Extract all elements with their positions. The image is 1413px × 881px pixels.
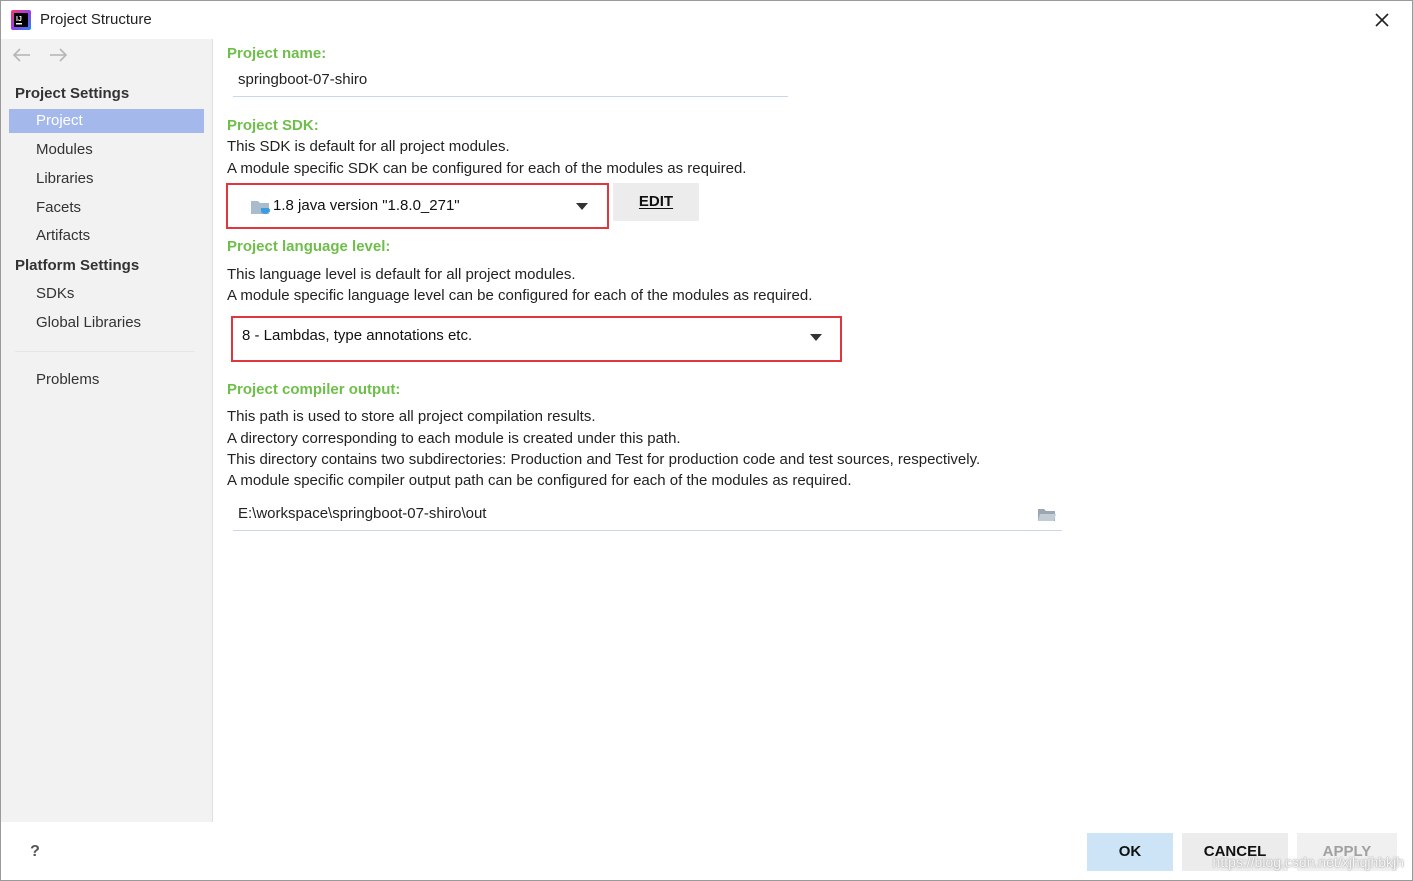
sidebar-item-global-libraries[interactable]: Global Libraries bbox=[9, 311, 204, 335]
sidebar-item-artifacts[interactable]: Artifacts bbox=[9, 224, 204, 248]
project-sdk-desc-2: A module specific SDK can be configured … bbox=[227, 160, 747, 177]
compiler-output-desc-4: A module specific compiler output path c… bbox=[227, 472, 852, 489]
help-button[interactable]: ? bbox=[24, 841, 46, 863]
project-structure-dialog: IJ Project Structure Project Settings Pr… bbox=[0, 0, 1413, 881]
project-name-field[interactable]: springboot-07-shiro bbox=[233, 65, 788, 97]
sidebar-item-libraries[interactable]: Libraries bbox=[9, 167, 204, 191]
ok-button[interactable]: OK bbox=[1087, 833, 1173, 871]
intellij-idea-icon: IJ bbox=[11, 10, 31, 30]
compiler-output-path-field[interactable]: E:\workspace\springboot-07-shiro\out bbox=[233, 499, 1062, 531]
project-name-label: Project name: bbox=[227, 45, 327, 62]
edit-sdk-button-label: EDIT bbox=[638, 193, 674, 210]
sdk-folder-icon bbox=[251, 201, 271, 214]
project-sdk-dropdown[interactable]: 1.8 java version "1.8.0_271" bbox=[240, 190, 602, 222]
browse-folder-icon[interactable] bbox=[1037, 507, 1057, 523]
sidebar-item-project[interactable]: Project bbox=[9, 109, 204, 133]
chevron-down-icon bbox=[810, 334, 822, 341]
project-sdk-value: 1.8 java version "1.8.0_271" bbox=[273, 197, 460, 214]
sidebar-item-problems[interactable]: Problems bbox=[9, 368, 204, 392]
compiler-output-label: Project compiler output: bbox=[227, 381, 401, 398]
sidebar-item-sdks[interactable]: SDKs bbox=[9, 282, 204, 306]
apply-button[interactable]: APPLY bbox=[1297, 833, 1397, 871]
sidebar-divider bbox=[15, 351, 195, 352]
forward-arrow-icon[interactable] bbox=[47, 47, 69, 63]
language-level-value: 8 - Lambdas, type annotations etc. bbox=[242, 327, 473, 344]
sidebar-item-modules[interactable]: Modules bbox=[9, 138, 204, 162]
close-icon[interactable] bbox=[1370, 8, 1394, 32]
compiler-output-path-value: E:\workspace\springboot-07-shiro\out bbox=[238, 505, 487, 522]
language-level-dropdown[interactable]: 8 - Lambdas, type annotations etc. bbox=[236, 321, 836, 353]
project-sdk-desc-1: This SDK is default for all project modu… bbox=[227, 138, 510, 155]
title-bar: IJ Project Structure bbox=[1, 1, 1412, 39]
language-level-desc-1: This language level is default for all p… bbox=[227, 266, 576, 283]
sidebar: Project Settings Project Modules Librari… bbox=[1, 39, 213, 822]
project-settings-panel: Project name: springboot-07-shiro Projec… bbox=[214, 39, 1412, 822]
svg-text:IJ: IJ bbox=[16, 16, 22, 23]
compiler-output-desc-2: A directory corresponding to each module… bbox=[227, 430, 681, 447]
section-header-project-settings: Project Settings bbox=[15, 85, 130, 102]
language-level-desc-2: A module specific language level can be … bbox=[227, 287, 813, 304]
sidebar-item-facets[interactable]: Facets bbox=[9, 196, 204, 220]
cancel-button[interactable]: CANCEL bbox=[1182, 833, 1288, 871]
nav-arrows bbox=[11, 47, 79, 65]
section-header-platform-settings: Platform Settings bbox=[15, 257, 140, 274]
compiler-output-desc-1: This path is used to store all project c… bbox=[227, 408, 596, 425]
window-title: Project Structure bbox=[40, 11, 152, 28]
compiler-output-desc-3: This directory contains two subdirectori… bbox=[227, 451, 981, 468]
back-arrow-icon[interactable] bbox=[11, 47, 33, 63]
language-level-label: Project language level: bbox=[227, 238, 391, 255]
chevron-down-icon bbox=[576, 203, 588, 210]
project-sdk-label: Project SDK: bbox=[227, 117, 319, 134]
edit-sdk-button[interactable]: EDIT bbox=[613, 183, 699, 221]
